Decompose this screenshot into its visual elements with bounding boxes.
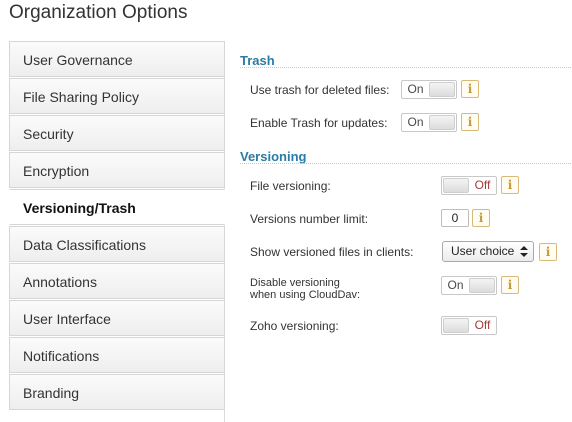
trash-section-divider <box>240 67 571 68</box>
page-title: Organization Options <box>9 2 188 23</box>
sidebar-item-branding[interactable]: Branding <box>9 374 225 410</box>
zoho-versioning-toggle-text: Off <box>474 318 491 332</box>
sidebar-item-notifications[interactable]: Notifications <box>9 337 225 373</box>
trash-section-title: Trash <box>240 53 275 68</box>
info-icon[interactable]: i <box>461 113 479 131</box>
file-versioning-toggle[interactable]: Off <box>441 176 497 195</box>
toggle-knob <box>469 278 495 293</box>
sidebar-item-annotations[interactable]: Annotations <box>9 263 225 299</box>
sidebar: User Governance File Sharing Policy Secu… <box>9 41 225 422</box>
file-versioning-label: File versioning: <box>250 179 331 193</box>
toggle-knob <box>429 82 455 97</box>
info-icon[interactable]: i <box>472 209 490 227</box>
zoho-versioning-label: Zoho versioning: <box>250 319 339 333</box>
info-icon[interactable]: i <box>539 243 557 261</box>
disable-versioning-clouddav-label-line1: Disable versioning <box>250 277 340 289</box>
use-trash-toggle[interactable]: On <box>401 80 457 99</box>
versioning-section-title: Versioning <box>240 149 307 164</box>
show-versioned-files-selected-value: User choice <box>451 244 515 258</box>
sidebar-item-user-interface[interactable]: User Interface <box>9 300 225 336</box>
sidebar-item-versioning-trash[interactable]: Versioning/Trash <box>9 189 225 225</box>
sidebar-item-encryption[interactable]: Encryption <box>9 152 225 188</box>
sidebar-item-file-sharing-policy[interactable]: File Sharing Policy <box>9 78 225 114</box>
versions-number-limit-input[interactable]: 0 <box>441 209 469 227</box>
file-versioning-toggle-text: Off <box>474 178 491 192</box>
up-down-arrows-icon <box>520 246 528 257</box>
use-trash-label: Use trash for deleted files: <box>250 83 390 97</box>
toggle-knob <box>429 115 455 130</box>
versioning-section-divider <box>240 163 571 164</box>
show-versioned-files-label: Show versioned files in clients: <box>250 245 414 259</box>
disable-versioning-clouddav-toggle-text: On <box>447 278 464 292</box>
sidebar-item-security[interactable]: Security <box>9 115 225 151</box>
enable-trash-updates-toggle-text: On <box>407 115 424 129</box>
enable-trash-updates-label: Enable Trash for updates: <box>250 116 388 130</box>
disable-versioning-clouddav-toggle[interactable]: On <box>441 276 497 295</box>
zoho-versioning-toggle[interactable]: Off <box>441 316 497 335</box>
info-icon[interactable]: i <box>461 80 479 98</box>
info-icon[interactable]: i <box>501 176 519 194</box>
sidebar-item-data-classifications[interactable]: Data Classifications <box>9 226 225 262</box>
toggle-knob <box>443 178 469 193</box>
versions-number-limit-label: Versions number limit: <box>250 212 369 226</box>
show-versioned-files-select[interactable]: User choice <box>442 241 534 262</box>
enable-trash-updates-toggle[interactable]: On <box>401 113 457 132</box>
use-trash-toggle-text: On <box>407 82 424 96</box>
disable-versioning-clouddav-label: Disable versioning when using CloudDav: <box>250 277 360 301</box>
disable-versioning-clouddav-label-line2: when using CloudDav: <box>250 289 361 301</box>
toggle-knob <box>443 318 469 333</box>
sidebar-item-user-governance[interactable]: User Governance <box>9 41 225 77</box>
info-icon[interactable]: i <box>501 276 519 294</box>
